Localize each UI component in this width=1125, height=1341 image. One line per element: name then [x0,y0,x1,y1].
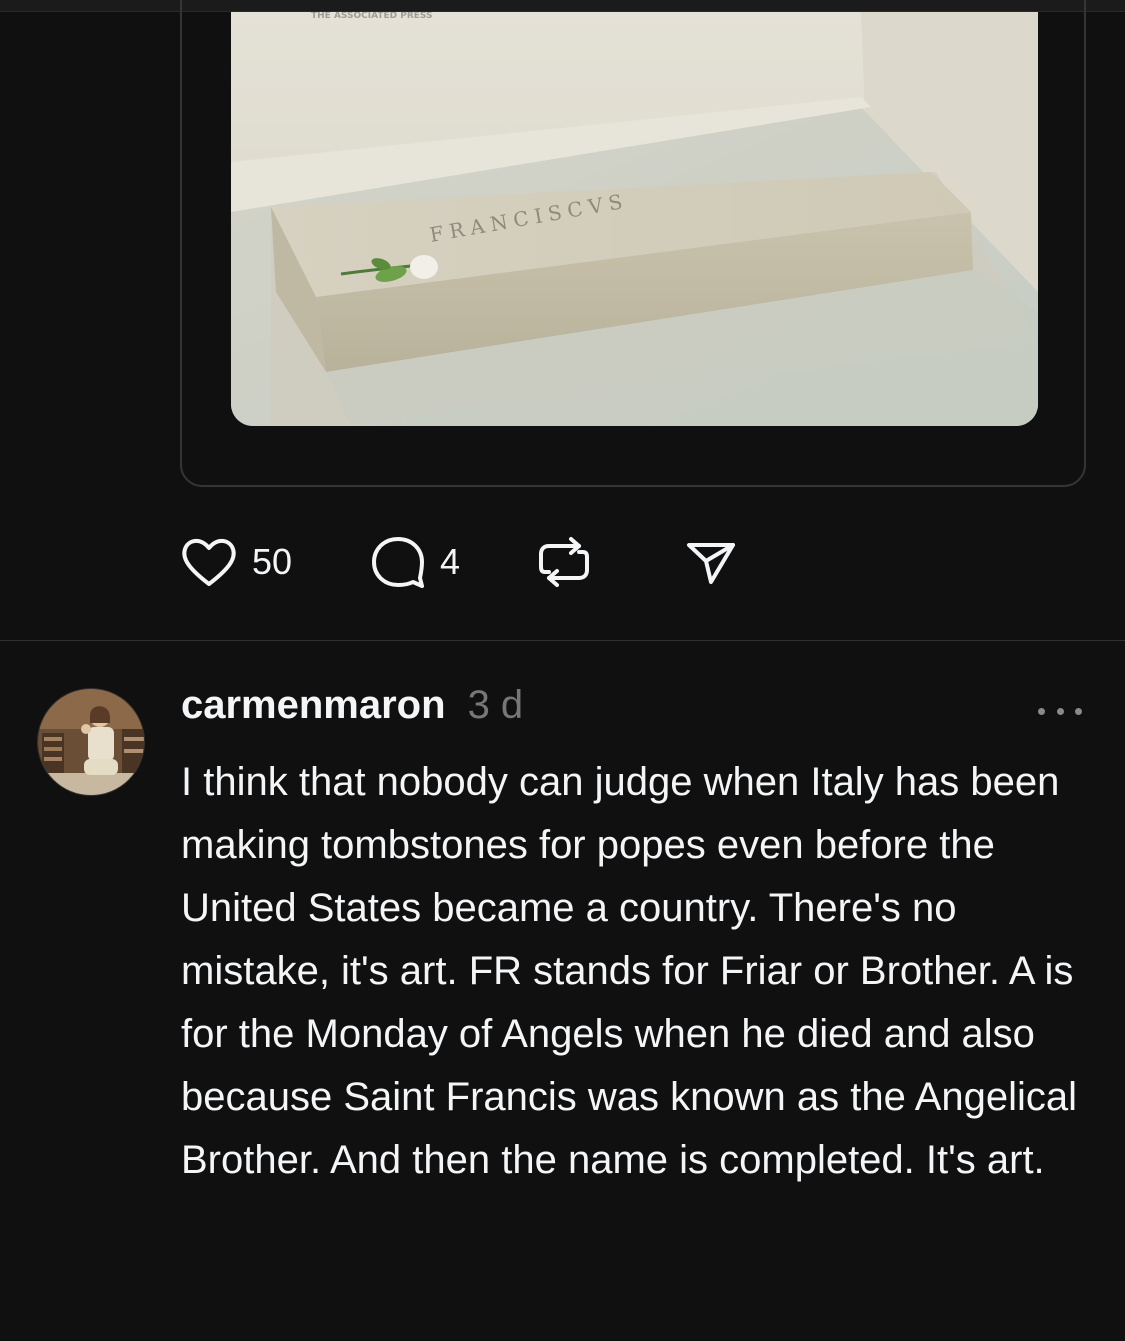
more-icon[interactable] [1038,703,1082,719]
post-image[interactable]: FRANCISCVS THE ASSOCIATED PRESS [231,12,1038,426]
like-count: 50 [252,541,293,582]
repost-button[interactable] [535,534,593,590]
repost-icon [539,537,590,587]
username[interactable]: carmenmaron [181,683,446,728]
more-dot [1056,707,1064,715]
comment-count: 4 [440,541,461,582]
share-icon [687,543,736,584]
post-actions: 50 4 [180,534,737,590]
comment-icon [372,537,425,588]
share-button[interactable] [685,537,737,587]
more-dot [1038,707,1045,715]
reply-header: carmenmaron 3 d [181,683,523,739]
more-dot [1075,707,1082,715]
like-button[interactable]: 50 [180,536,292,588]
avatar[interactable] [37,688,145,796]
timestamp: 3 d [467,683,524,727]
reply-text: I think that nobody can judge when Italy… [181,760,1078,1182]
watermark-text: THE ASSOCIATED PRESS [311,12,432,21]
heart-icon [182,539,236,586]
divider [0,640,1125,641]
comment-button[interactable]: 4 [370,534,460,590]
